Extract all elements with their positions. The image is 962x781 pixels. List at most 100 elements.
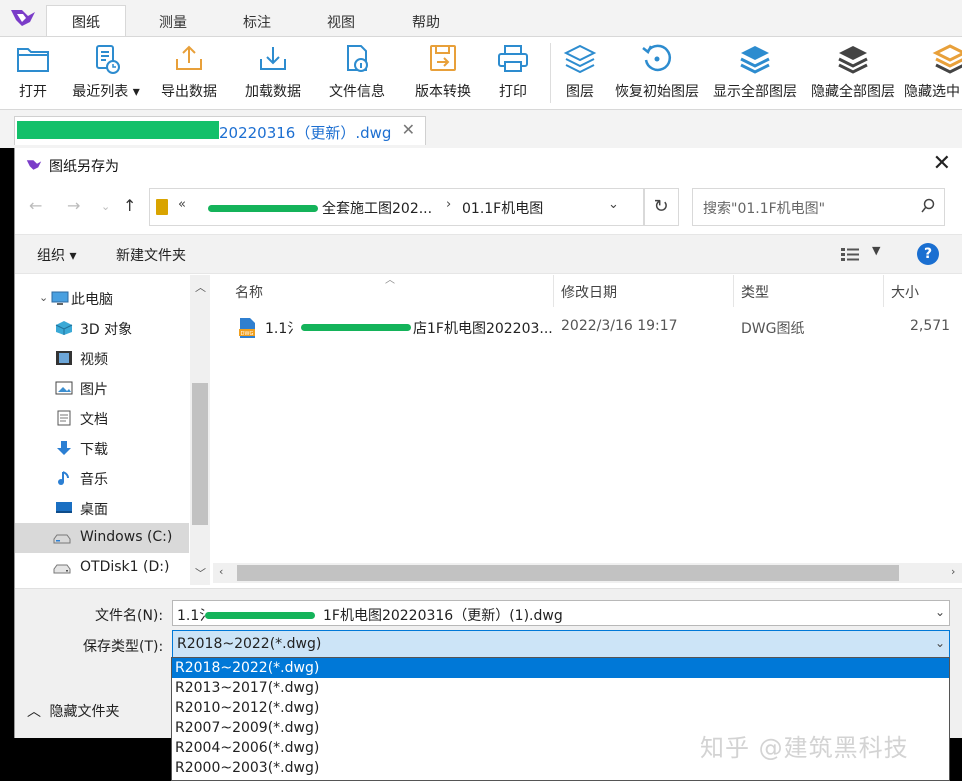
hide-all-layers-button[interactable]: 隐藏全部图层 xyxy=(806,41,900,109)
nav-label: 桌面 xyxy=(80,502,108,518)
refresh-icon: ↻ xyxy=(653,196,669,217)
scroll-up-icon[interactable]: ︿ xyxy=(195,279,206,295)
nav-this-pc[interactable]: ⌄ 此电脑 xyxy=(15,283,189,313)
file-row[interactable]: DWG 1.1氵 店1F机电图202203... 2022/3/16 19:17… xyxy=(235,315,962,341)
back-arrow-icon[interactable]: ← xyxy=(29,196,42,215)
scroll-left-icon[interactable]: ‹ xyxy=(219,565,223,578)
column-size[interactable]: 大小 xyxy=(891,282,919,302)
show-all-layers-label: 显示全部图层 xyxy=(713,84,797,100)
nav-documents[interactable]: 文档 xyxy=(15,403,189,433)
filename-field[interactable]: 1.1氵 1F机电图20220316（更新）(1).dwg ⌄ xyxy=(172,600,950,626)
scroll-right-icon[interactable]: › xyxy=(951,565,955,578)
column-divider[interactable] xyxy=(733,275,734,307)
app-logo-icon xyxy=(26,160,42,170)
nav-pane-scrollbar[interactable]: ︿ ﹀ xyxy=(190,275,210,585)
document-tab-bar: 20220316（更新）.dwg ✕ xyxy=(0,111,962,145)
chevron-down-icon[interactable]: ⌄ xyxy=(608,197,619,212)
app-logo-icon xyxy=(11,10,35,26)
app-window: 图纸 测量 标注 视图 帮助 打开 最近列表 ▾ 导出数据 加载数据 文件信息 … xyxy=(0,0,962,148)
scroll-down-icon[interactable]: ﹀ xyxy=(195,565,206,581)
dialog-close-button[interactable]: ✕ xyxy=(933,152,951,176)
version-convert-button[interactable]: 版本转换 xyxy=(408,41,478,109)
layers-label: 图层 xyxy=(566,84,594,100)
nav-otdisk-d[interactable]: OTDisk1 (D:) xyxy=(15,553,189,583)
nav-label: 图片 xyxy=(80,382,108,398)
column-name[interactable]: 名称 xyxy=(235,282,263,302)
breadcrumb-current[interactable]: 01.1F机电图 xyxy=(462,198,543,218)
nav-videos[interactable]: 视频 xyxy=(15,343,189,373)
new-folder-button[interactable]: 新建文件夹 xyxy=(116,245,186,265)
search-input[interactable]: 搜索"01.1F机电图" xyxy=(692,188,945,226)
hide-selected-label: 隐藏选中 xyxy=(904,84,960,100)
search-icon[interactable] xyxy=(920,198,936,214)
hide-all-layers-label: 隐藏全部图层 xyxy=(811,84,895,100)
printer-icon xyxy=(498,45,528,72)
save-type-option[interactable]: R2013~2017(*.dwg) xyxy=(172,678,949,698)
tab-view[interactable]: 视图 xyxy=(306,10,376,36)
print-button[interactable]: 打印 xyxy=(488,41,538,109)
file-date: 2022/3/16 19:17 xyxy=(561,318,678,334)
tab-help[interactable]: 帮助 xyxy=(391,10,461,36)
scrollbar-thumb[interactable] xyxy=(192,383,208,525)
save-type-option[interactable]: R2018~2022(*.dwg) xyxy=(172,658,949,678)
export-data-button[interactable]: 导出数据 xyxy=(154,41,224,109)
load-data-button[interactable]: 加载数据 xyxy=(238,41,308,109)
recent-list-button[interactable]: 最近列表 ▾ xyxy=(66,41,146,109)
document-tab[interactable]: 20220316（更新）.dwg ✕ xyxy=(14,116,426,145)
file-info-label: 文件信息 xyxy=(329,84,385,100)
address-overflow[interactable]: « xyxy=(178,197,186,212)
hide-all-layers-icon xyxy=(838,46,868,74)
scrollbar-thumb[interactable] xyxy=(237,565,899,581)
nav-label: OTDisk1 (D:) xyxy=(80,559,170,575)
restore-layers-button[interactable]: 恢复初始图层 xyxy=(610,41,704,109)
save-type-select[interactable]: R2018~2022(*.dwg) ⌄ xyxy=(172,630,950,658)
load-data-label: 加载数据 xyxy=(245,84,301,100)
folder-open-icon xyxy=(17,48,49,72)
close-icon[interactable]: ✕ xyxy=(402,120,415,139)
menu-tab-bar: 图纸 测量 标注 视图 帮助 xyxy=(0,0,962,37)
nav-desktop[interactable]: 桌面 xyxy=(15,493,189,523)
help-icon[interactable]: ? xyxy=(917,243,939,265)
view-options-icon[interactable] xyxy=(841,247,859,261)
tab-annotate[interactable]: 标注 xyxy=(222,10,292,36)
expand-chevron-icon[interactable]: ⌄ xyxy=(39,291,48,304)
file-list-hscrollbar[interactable]: ‹ › xyxy=(213,563,962,583)
up-arrow-icon[interactable]: ↑ xyxy=(123,196,136,215)
nav-music[interactable]: 音乐 xyxy=(15,463,189,493)
forward-arrow-icon[interactable]: → xyxy=(67,196,80,215)
open-button[interactable]: 打开 xyxy=(6,41,60,109)
file-info-button[interactable]: 文件信息 xyxy=(322,41,392,109)
download-icon xyxy=(57,441,71,455)
refresh-button[interactable]: ↻ xyxy=(643,188,679,226)
music-icon xyxy=(58,471,69,485)
layers-button[interactable]: 图层 xyxy=(556,41,604,109)
nav-downloads[interactable]: 下载 xyxy=(15,433,189,463)
breadcrumb-separator[interactable]: › xyxy=(446,197,451,212)
column-divider[interactable] xyxy=(883,275,884,307)
view-dropdown-icon[interactable]: ▼ xyxy=(872,244,880,257)
show-all-layers-button[interactable]: 显示全部图层 xyxy=(708,41,802,109)
chevron-down-icon[interactable]: ⌄ xyxy=(935,636,945,650)
drive-icon xyxy=(53,534,71,544)
tab-measure[interactable]: 测量 xyxy=(138,10,208,36)
column-type[interactable]: 类型 xyxy=(741,282,769,302)
version-convert-icon xyxy=(430,45,456,71)
redacted-mark xyxy=(301,324,411,331)
tab-drawing[interactable]: 图纸 xyxy=(46,5,126,37)
organize-button[interactable]: 组织 ▾ xyxy=(37,245,76,265)
nav-3d-objects[interactable]: 3D 对象 xyxy=(15,313,189,343)
address-bar[interactable]: « 全套施工图202... › 01.1F机电图 ⌄ xyxy=(149,188,645,226)
nav-pictures[interactable]: 图片 xyxy=(15,373,189,403)
sort-ascending-icon: ︿ xyxy=(385,275,395,286)
save-type-option[interactable]: R2010~2012(*.dwg) xyxy=(172,698,949,718)
chevron-down-icon[interactable]: ⌄ xyxy=(935,605,945,619)
save-type-value: R2018~2022(*.dwg) xyxy=(177,636,322,652)
column-modified[interactable]: 修改日期 xyxy=(561,282,617,302)
column-divider[interactable] xyxy=(553,275,554,307)
recent-locations-chevron-icon[interactable]: ⌄ xyxy=(101,200,110,213)
hide-folders-toggle[interactable]: ︿ 隐藏文件夹 xyxy=(27,701,119,721)
file-name: 店1F机电图202203... xyxy=(413,321,553,337)
breadcrumb-parent[interactable]: 全套施工图202... xyxy=(322,198,432,218)
nav-windows-c[interactable]: Windows (C:) xyxy=(15,523,189,553)
hide-selected-button[interactable]: 隐藏选中 xyxy=(904,41,962,109)
